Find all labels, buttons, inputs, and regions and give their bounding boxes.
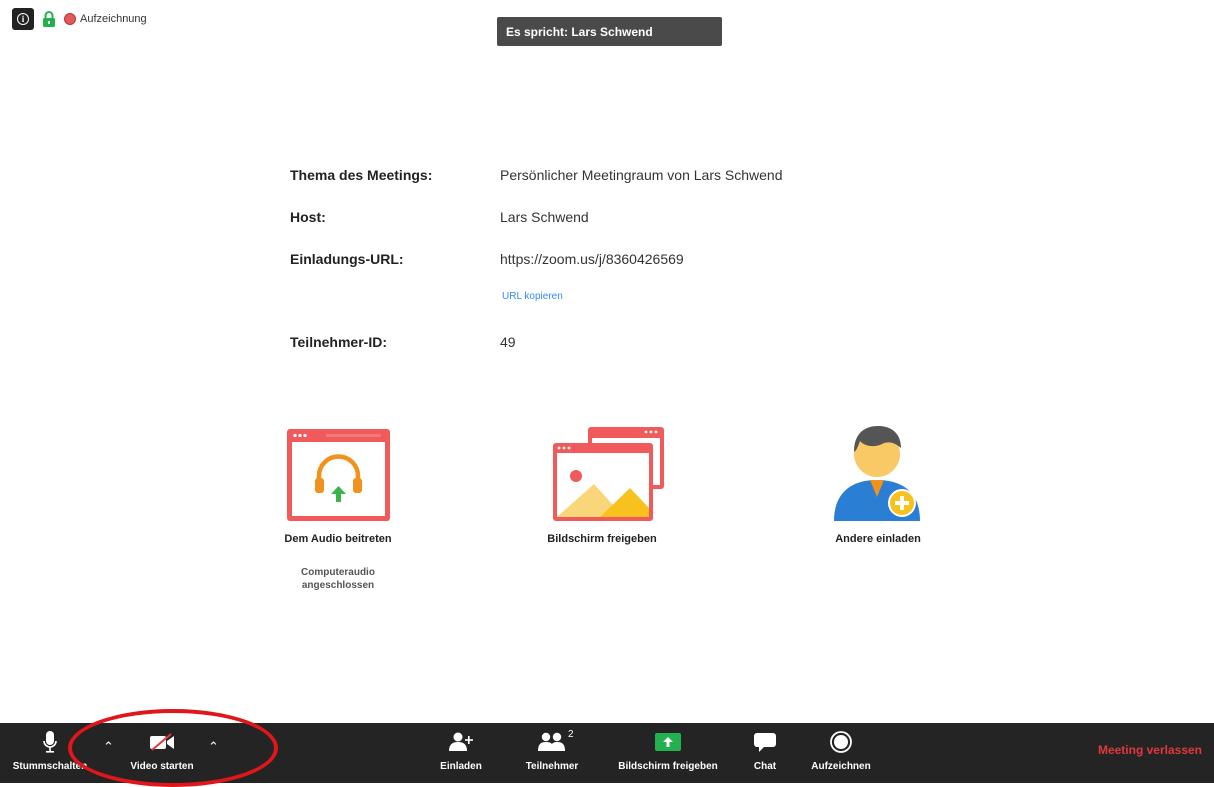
- microphone-icon: [43, 731, 57, 753]
- recording-icon: [64, 13, 76, 25]
- share-screen-toolbar-label: Bildschirm freigeben: [618, 761, 718, 772]
- join-audio-status: Computeraudio angeschlossen: [301, 567, 375, 591]
- share-screen-label[interactable]: Bildschirm freigeben: [547, 533, 656, 545]
- invite-others-icon[interactable]: [832, 422, 922, 522]
- chat-button[interactable]: Chat: [748, 723, 782, 783]
- topic-value: Persönlicher Meetingraum von Lars Schwen…: [500, 167, 783, 183]
- record-icon: [830, 731, 852, 753]
- participant-id-value: 49: [500, 334, 516, 350]
- meeting-toolbar: Stummschalten ⌃ Video starten ⌃ Einladen: [0, 723, 1214, 783]
- join-audio-label[interactable]: Dem Audio beitreten: [284, 533, 391, 545]
- share-screen-icon[interactable]: [552, 426, 665, 522]
- record-button[interactable]: Aufzeichnen: [804, 723, 878, 783]
- chat-label: Chat: [753, 761, 777, 772]
- participants-label: Teilnehmer: [525, 761, 579, 772]
- info-button[interactable]: i: [12, 8, 34, 30]
- share-screen-button[interactable]: Bildschirm freigeben: [612, 723, 724, 783]
- copy-url-link[interactable]: URL kopieren: [502, 291, 563, 302]
- info-icon: i: [17, 13, 29, 25]
- participants-icon: [538, 732, 565, 751]
- host-value: Lars Schwend: [500, 209, 589, 225]
- lock-icon[interactable]: [42, 11, 56, 27]
- status-indicators: i Aufzeichnung: [12, 8, 147, 30]
- host-label: Host:: [290, 209, 326, 225]
- invite-url-value: https://zoom.us/j/8360426569: [500, 251, 684, 267]
- start-video-button[interactable]: Video starten: [122, 723, 202, 783]
- active-speaker-banner: Es spricht: Lars Schwend: [497, 17, 722, 46]
- invite-others-label[interactable]: Andere einladen: [835, 533, 921, 545]
- start-video-label: Video starten: [130, 761, 194, 772]
- add-user-icon: [449, 732, 473, 751]
- audio-options-caret-icon[interactable]: ⌃: [103, 739, 114, 755]
- mute-label: Stummschalten: [12, 761, 88, 772]
- share-screen-toolbar-icon: [655, 733, 681, 751]
- invite-button[interactable]: Einladen: [435, 723, 487, 783]
- topic-label: Thema des Meetings:: [290, 167, 433, 183]
- video-options-caret-icon[interactable]: ⌃: [208, 739, 219, 755]
- recording-label: Aufzeichnung: [80, 13, 147, 25]
- invite-label: Einladen: [440, 761, 482, 772]
- join-audio-icon[interactable]: [286, 428, 391, 522]
- participant-id-label: Teilnehmer-ID:: [290, 334, 387, 350]
- leave-meeting-button[interactable]: Meeting verlassen: [1098, 743, 1202, 757]
- participants-button[interactable]: 2 Teilnehmer: [520, 723, 584, 783]
- video-off-icon: [150, 733, 174, 751]
- invite-url-label: Einladungs-URL:: [290, 251, 404, 267]
- chat-icon: [754, 733, 776, 752]
- record-label: Aufzeichnen: [811, 761, 871, 772]
- mute-button[interactable]: Stummschalten: [5, 723, 95, 783]
- participants-count-badge: 2: [568, 729, 574, 740]
